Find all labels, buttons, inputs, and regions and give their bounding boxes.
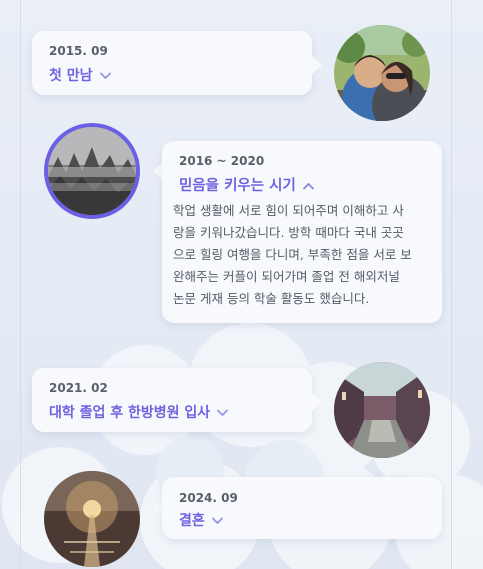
timeline-title: 첫 만남	[49, 65, 111, 85]
chevron-down-icon[interactable]	[211, 513, 223, 529]
timeline-title: 믿음을 키우는 시기	[179, 174, 314, 195]
timeline-date: 2024. 09	[179, 491, 238, 505]
couple-selfie-photo[interactable]	[334, 25, 430, 121]
description-line: 논문 게재 등의 학술 활동도 했습니다.	[173, 291, 370, 306]
timeline-page: 2015. 09 첫 만남 2016 ~ 2020 믿음을 키우는 시기 학업 …	[0, 0, 483, 569]
canal-street-photo[interactable]	[334, 362, 430, 458]
description-line: 완해주는 커플이 되어가며 졸업 전 해외저널	[173, 269, 400, 284]
night-street-photo[interactable]	[44, 471, 140, 567]
timeline-rail-right	[451, 0, 452, 569]
timeline-rail-left	[20, 0, 21, 569]
timeline-card-graduation-job[interactable]: 2021. 02 대학 졸업 후 한방병원 입사	[32, 368, 312, 432]
timeline-title-text: 대학 졸업 후 한방병원 입사	[49, 405, 211, 421]
timeline-card-first-meeting[interactable]: 2015. 09 첫 만남	[32, 31, 312, 95]
timeline-title: 대학 졸업 후 한방병원 입사	[49, 402, 229, 422]
description-line: 학업 생활에 서로 힘이 되어주며 이해하고 사	[173, 203, 404, 218]
chevron-down-icon[interactable]	[217, 405, 229, 421]
description-line: 랑을 키워나갔습니다. 방학 때마다 국내 곳곳	[173, 225, 404, 240]
timeline-date: 2015. 09	[49, 44, 108, 58]
misty-forest-photo[interactable]	[44, 123, 140, 219]
description-line: 으로 힐링 여행을 다니며, 부족한 점을 서로 보	[173, 247, 412, 262]
timeline-card-wedding[interactable]: 2024. 09 결혼	[162, 477, 442, 539]
timeline-date: 2021. 02	[49, 381, 108, 395]
card-pointer	[312, 393, 322, 411]
timeline-title: 결혼	[179, 510, 223, 530]
chevron-up-icon[interactable]	[302, 178, 314, 194]
timeline-title-text: 믿음을 키우는 시기	[179, 178, 296, 194]
timeline-card-growing-faith[interactable]: 2016 ~ 2020 믿음을 키우는 시기 학업 생활에 서로 힘이 되어주며…	[162, 141, 442, 323]
timeline-title-text: 첫 만남	[49, 68, 93, 84]
card-pointer	[312, 56, 322, 74]
timeline-description: 학업 생활에 서로 힘이 되어주며 이해하고 사 랑을 키워나갔습니다. 방학 …	[173, 200, 435, 310]
timeline-title-text: 결혼	[179, 513, 205, 529]
timeline-date: 2016 ~ 2020	[179, 154, 265, 168]
chevron-down-icon[interactable]	[99, 68, 111, 84]
